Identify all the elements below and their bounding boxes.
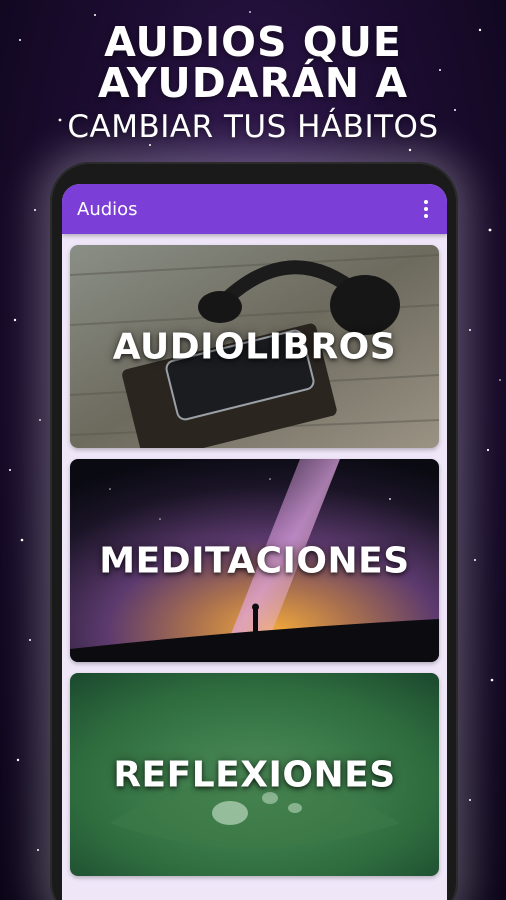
app-bar: Audios [62,184,447,234]
card-label: REFLEXIONES [113,754,396,795]
card-reflexiones[interactable]: REFLEXIONES [70,673,439,876]
more-vert-icon[interactable] [419,200,433,218]
card-audiolibros[interactable]: AUDIOLIBROS [70,245,439,448]
promo-line-2: AYUDARÁN A [97,59,409,107]
app-screen: Audios AUDIOLIBROS MEDITACIONES REFLEXIO… [62,184,447,900]
promo-line-1: AUDIOS QUE [104,18,402,66]
category-list: AUDIOLIBROS MEDITACIONES REFLEXIONES [62,234,447,876]
app-title: Audios [77,198,138,220]
promo-headline: AUDIOS QUE AYUDARÁN A CAMBIAR TUS HÁBITO… [0,22,506,148]
card-meditaciones[interactable]: MEDITACIONES [70,459,439,662]
promo-line-3: CAMBIAR TUS HÁBITOS [67,109,439,145]
card-label: AUDIOLIBROS [112,326,397,367]
card-label: MEDITACIONES [99,540,410,581]
